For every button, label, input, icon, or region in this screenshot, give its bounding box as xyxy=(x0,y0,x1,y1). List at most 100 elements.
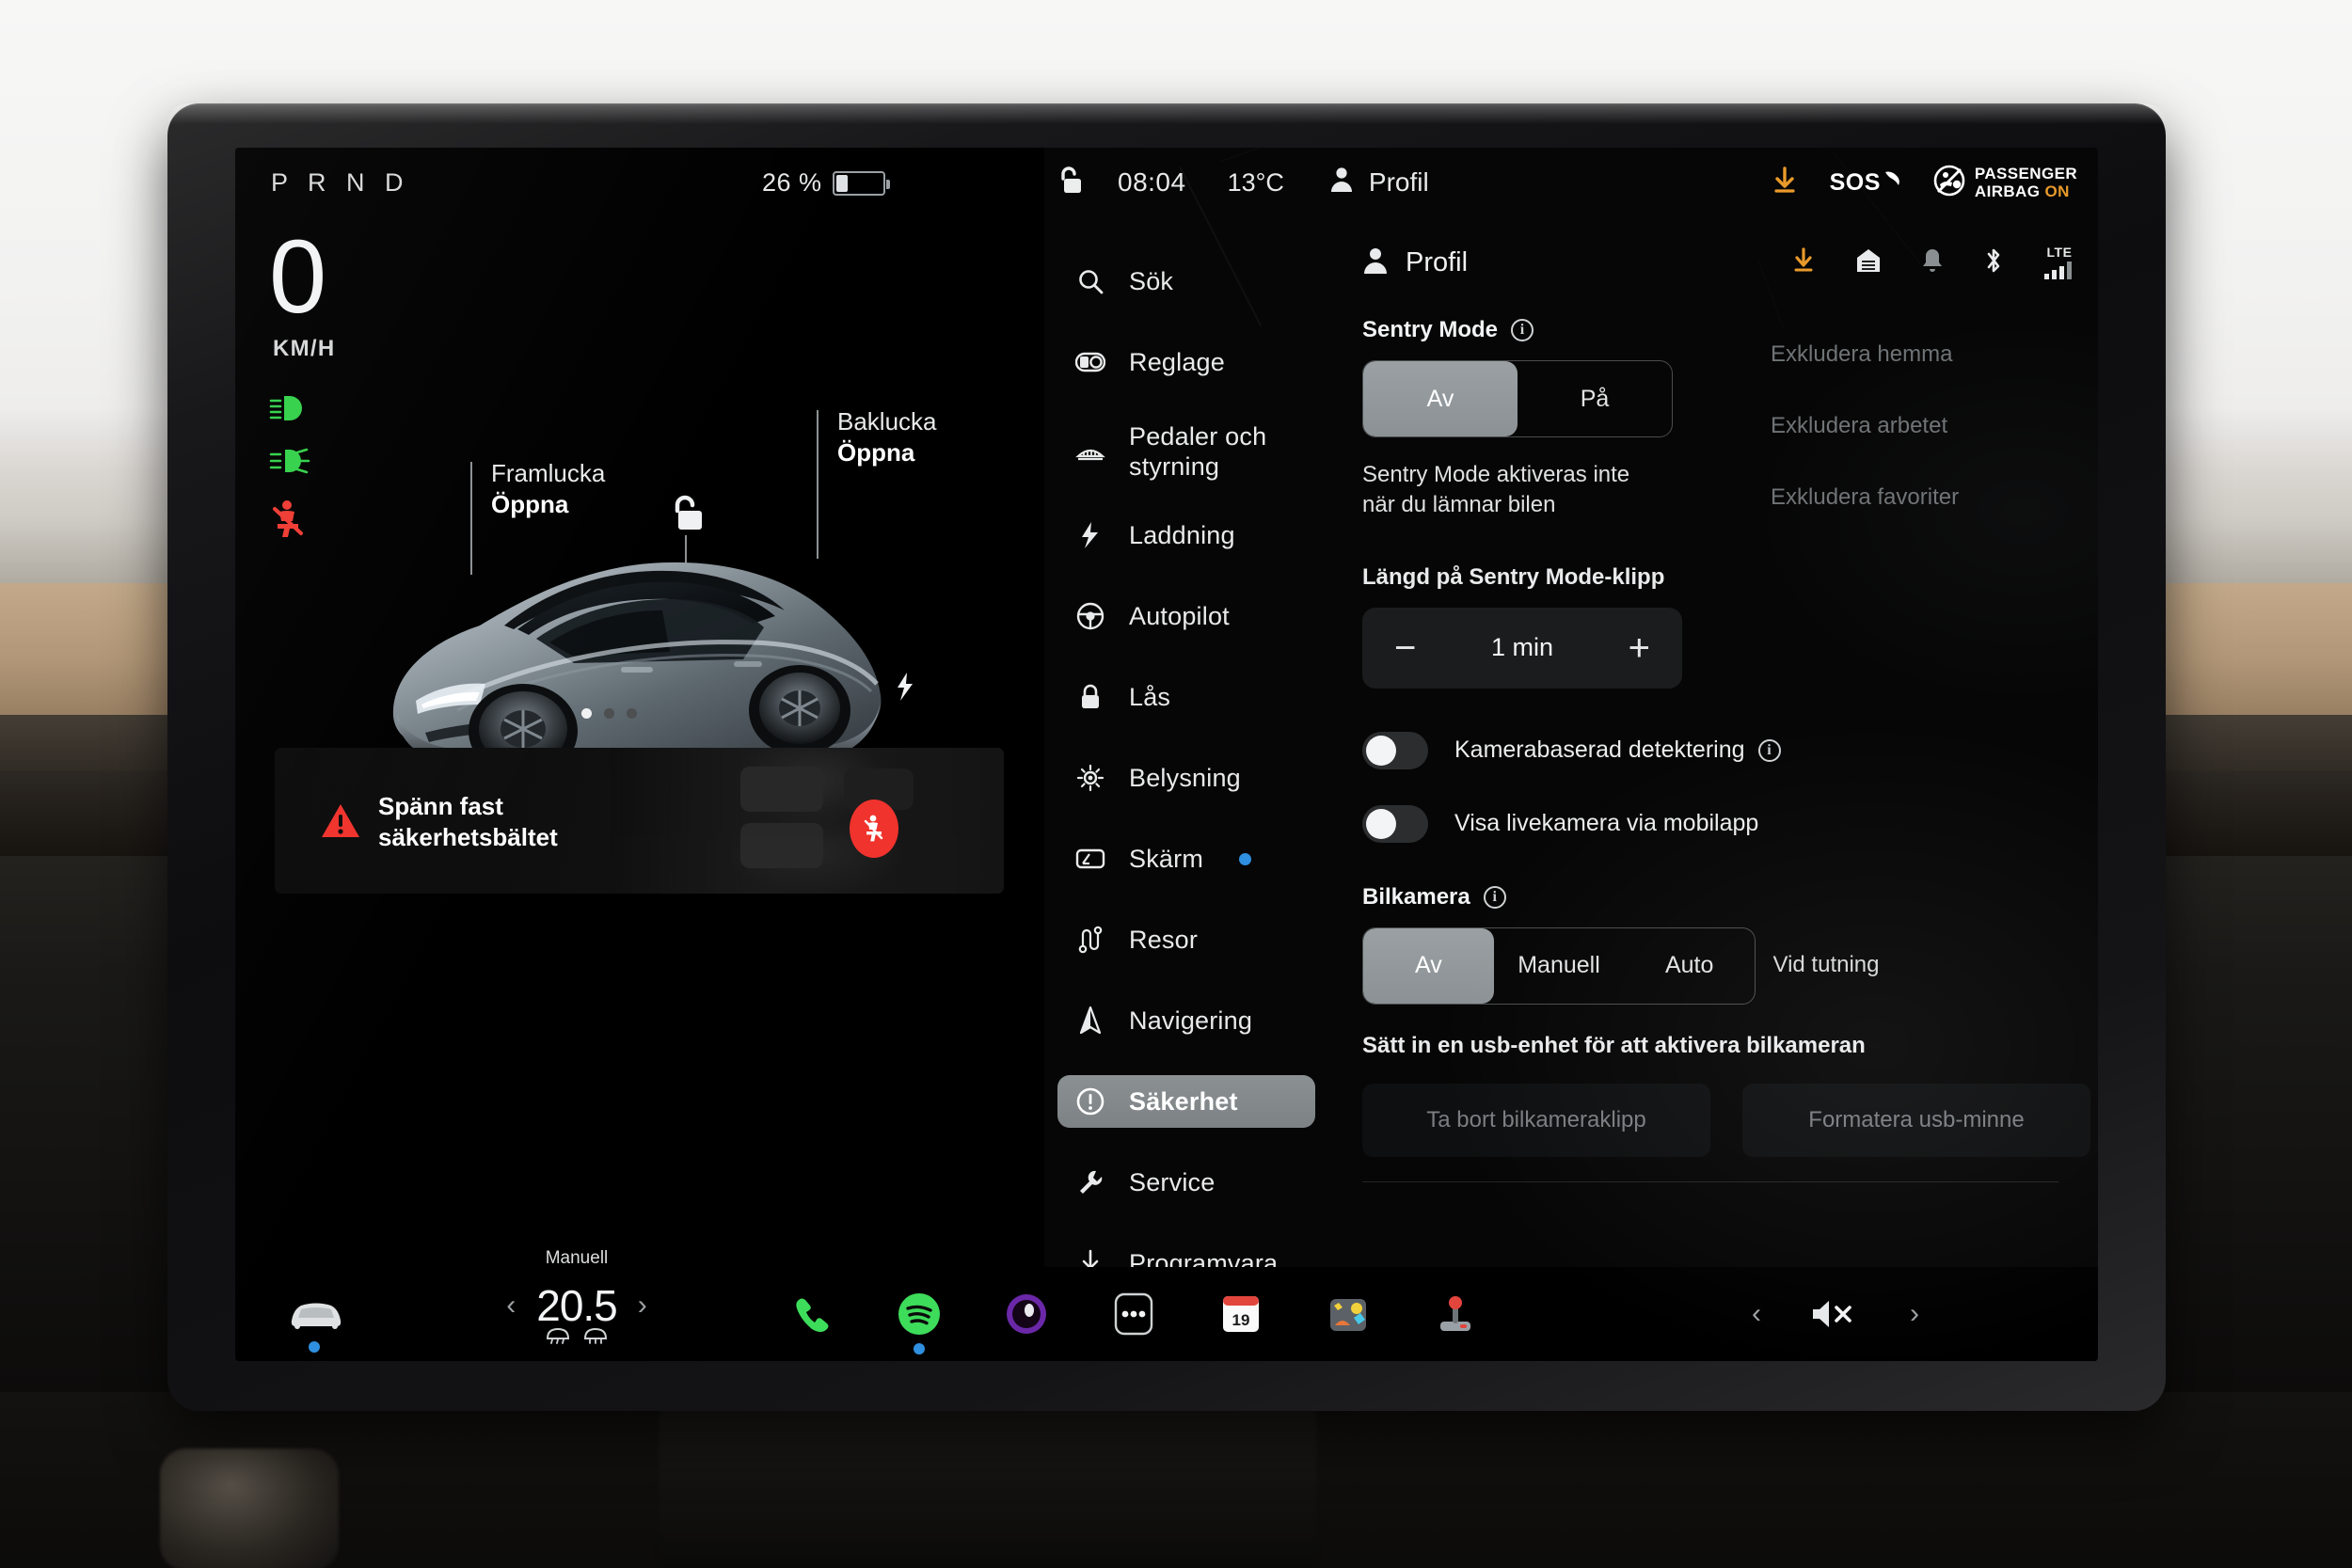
fog-light-icon xyxy=(269,447,318,475)
callout-baklucka-title: Baklucka xyxy=(837,407,937,436)
speed-unit-label: KM/H xyxy=(273,336,336,361)
page-dot-3[interactable] xyxy=(627,708,637,719)
passenger-airbag-indicator: PASSENGER AIRBAG ON xyxy=(1933,165,2077,201)
climate-control[interactable]: Manuell ‹ 20.5 › xyxy=(469,1248,685,1349)
info-icon[interactable]: i xyxy=(1483,885,1506,909)
more-apps-icon[interactable] xyxy=(1108,1289,1159,1339)
airbag-line2: AIRBAG xyxy=(1974,182,2041,200)
sidebar-item-sakerhet[interactable]: Säkerhet xyxy=(1057,1075,1315,1128)
phone-app-icon[interactable] xyxy=(787,1289,837,1339)
clip-increase-button[interactable]: + xyxy=(1629,629,1650,667)
calendar-app-icon[interactable]: 19 xyxy=(1216,1289,1266,1339)
lte-label: LTE xyxy=(2046,245,2073,260)
drive-page-indicator[interactable] xyxy=(581,708,637,719)
sidebar-item-navigering[interactable]: Navigering xyxy=(1057,994,1315,1047)
settings-content: Profil LTE Sentry Mode i Av På Sentry Mo… xyxy=(1327,217,2098,1307)
dashcam-option-vid-tutning[interactable]: Vid tutning xyxy=(1756,927,1897,1005)
clip-length-stepper[interactable]: − 1 min + xyxy=(1362,607,1682,689)
warning-triangle-icon xyxy=(320,802,361,845)
info-icon[interactable]: i xyxy=(1511,319,1534,341)
page-dot-2[interactable] xyxy=(604,708,614,719)
front-defrost-icon[interactable] xyxy=(546,1327,570,1349)
format-usb-button[interactable]: Formatera usb-minne xyxy=(1742,1083,2090,1157)
lock-icon xyxy=(1074,683,1106,711)
software-download-icon[interactable] xyxy=(1772,166,1798,199)
exclude-work-option[interactable]: Exkludera arbetet xyxy=(1771,413,2090,439)
tesla-touchscreen[interactable]: P R N D 26 % 0 KM/H Framlucka Öppna Bakl… xyxy=(235,148,2098,1361)
sidebar-item-skarm[interactable]: Skärm xyxy=(1057,832,1315,885)
info-icon[interactable]: i xyxy=(1757,738,1781,762)
settings-menu: Sök Reglage Pedaler och styrning Laddnin… xyxy=(1044,217,1327,1358)
sentry-option-pa[interactable]: På xyxy=(1518,361,1672,436)
bluetooth-icon[interactable] xyxy=(1983,246,2004,279)
climate-increase-button[interactable]: › xyxy=(638,1290,647,1322)
media-app-icon[interactable] xyxy=(1001,1289,1052,1339)
live-camera-row[interactable]: Visa livekamera via mobilapp xyxy=(1362,804,2090,843)
seatbelt-warning-card[interactable]: Spänn fast säkerhetsbältet xyxy=(275,748,1004,894)
sentry-mode-note: Sentry Mode aktiveras inte när du lämnar… xyxy=(1362,460,1739,521)
sidebar-item-autopilot[interactable]: Autopilot xyxy=(1057,590,1315,642)
bottom-taskbar: Manuell ‹ 20.5 › 19 ‹ › xyxy=(235,1248,2098,1361)
seat-belt-badge xyxy=(850,800,898,858)
toybox-arcade-icon[interactable] xyxy=(1430,1289,1481,1339)
spotify-active-dot xyxy=(914,1343,925,1354)
dashcam-option-auto[interactable]: Auto xyxy=(1624,928,1755,1004)
sidebar-item-service[interactable]: Service xyxy=(1057,1156,1315,1209)
battery-indicator[interactable]: 26 % xyxy=(762,168,890,198)
settings-overlay: 08:04 13°C Profil SOS PASSENGER AIRBAG O… xyxy=(1044,148,2098,1358)
sidebar-item-sok[interactable]: Sök xyxy=(1057,255,1315,308)
charging-bolt-icon xyxy=(1074,521,1106,549)
sos-button[interactable]: SOS xyxy=(1830,169,1901,197)
dashcam-option-av[interactable]: Av xyxy=(1363,927,1494,1004)
sidebar-item-belysning[interactable]: Belysning xyxy=(1057,752,1315,804)
seat-occupancy-graphic xyxy=(609,748,1004,894)
sidebar-item-laddning[interactable]: Laddning xyxy=(1057,509,1315,562)
volume-control[interactable]: ‹ › xyxy=(1752,1298,1919,1330)
spotify-app-icon[interactable] xyxy=(894,1289,945,1354)
content-header: Profil LTE xyxy=(1362,245,2090,279)
climate-decrease-button[interactable]: ‹ xyxy=(506,1290,516,1322)
clip-decrease-button[interactable]: − xyxy=(1394,629,1416,667)
status-time: 08:04 xyxy=(1118,167,1186,197)
live-camera-toggle[interactable] xyxy=(1362,804,1428,843)
sidebar-label: Sök xyxy=(1129,266,1174,295)
sidebar-item-reglage[interactable]: Reglage xyxy=(1057,336,1315,388)
dashcam-segmented-control[interactable]: Av Manuell Auto xyxy=(1362,927,1756,1005)
touchscreen-bezel: P R N D 26 % 0 KM/H Framlucka Öppna Bakl… xyxy=(167,103,2166,1411)
svg-text:19: 19 xyxy=(1232,1311,1250,1329)
car-front-icon[interactable] xyxy=(286,1292,346,1353)
navigation-arrow-icon xyxy=(1074,1006,1106,1035)
delete-dashcam-clips-button[interactable]: Ta bort bilkameraklipp xyxy=(1362,1083,1710,1157)
exclude-favorites-option[interactable]: Exkludera favoriter xyxy=(1771,484,2090,511)
content-divider xyxy=(1362,1180,2058,1182)
home-garage-icon[interactable] xyxy=(1855,247,1882,278)
phone-handset-icon xyxy=(1883,169,1901,197)
sidebar-label: Resor xyxy=(1129,925,1199,954)
theater-app-icon[interactable] xyxy=(1323,1289,1374,1339)
sidebar-item-pedaler-och-styrning[interactable]: Pedaler och styrning xyxy=(1057,417,1315,488)
sidebar-item-resor[interactable]: Resor xyxy=(1057,913,1315,966)
seatbelt-warning-icon xyxy=(269,499,307,539)
page-dot-1[interactable] xyxy=(581,708,592,719)
camera-detection-row[interactable]: Kamerabaserad detektering i xyxy=(1362,731,2090,769)
person-icon xyxy=(1362,246,1389,279)
speaker-mute-icon[interactable] xyxy=(1810,1298,1861,1330)
rear-defrost-icon[interactable] xyxy=(583,1327,608,1349)
sentry-option-av[interactable]: Av xyxy=(1363,361,1518,436)
volume-decrease-button[interactable]: ‹ xyxy=(1752,1298,1761,1330)
unlocked-padlock-icon[interactable] xyxy=(1057,166,1082,200)
software-download-icon[interactable] xyxy=(1791,246,1816,278)
dashcam-option-manuell[interactable]: Manuell xyxy=(1494,928,1625,1004)
sentry-mode-segmented-control[interactable]: Av På xyxy=(1362,360,1673,437)
sentry-note-line2: när du lämnar bilen xyxy=(1362,492,1556,518)
pedals-steering-icon xyxy=(1074,441,1106,464)
status-profile-button[interactable]: Profil xyxy=(1329,166,1429,199)
gear-indicator: P R N D xyxy=(271,168,410,197)
camera-detection-toggle[interactable] xyxy=(1362,731,1428,769)
sidebar-item-las[interactable]: Lås xyxy=(1057,671,1315,723)
controls-icon xyxy=(1074,351,1106,373)
seatbelt-warning-text: Spänn fast säkerhetsbältet xyxy=(378,791,558,854)
volume-increase-button[interactable]: › xyxy=(1910,1298,1919,1330)
exclude-home-option[interactable]: Exkludera hemma xyxy=(1771,341,2090,368)
bell-icon[interactable] xyxy=(1921,247,1944,278)
